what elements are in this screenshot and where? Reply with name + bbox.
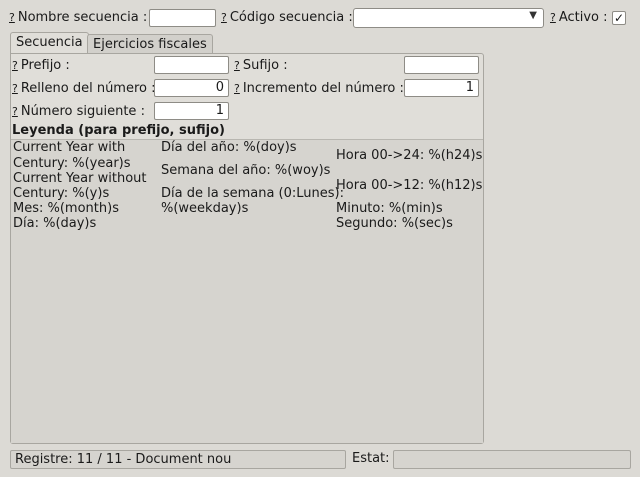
tab-ejercicios-fiscales[interactable]: Ejercicios fiscales <box>87 34 213 54</box>
help-icon[interactable]: ? <box>234 82 240 95</box>
legend-text: Día: %(day)s <box>13 216 97 231</box>
nombre-label: ? Nombre secuencia : <box>9 10 148 25</box>
help-icon[interactable]: ? <box>12 82 18 95</box>
relleno-input[interactable]: 0 <box>154 79 229 97</box>
siguiente-label: ? Número siguiente : <box>12 104 145 119</box>
help-icon[interactable]: ? <box>221 11 227 24</box>
legend-text: Mes: %(month)s <box>13 201 119 216</box>
codigo-secuencia-select[interactable]: ▼ <box>353 8 544 28</box>
legend-text: Día de la semana (0:Lunes): <box>161 186 344 201</box>
legend-text: %(weekday)s <box>161 201 249 216</box>
legend-text: Día del año: %(doy)s <box>161 140 297 155</box>
legend-text: Segundo: %(sec)s <box>336 216 453 231</box>
status-registre: Registre: 11 / 11 - Document nou <box>10 450 346 469</box>
legend-text: Century: %(year)s <box>13 156 131 171</box>
legend-text: Hora 00->12: %(h12)s <box>336 178 483 193</box>
legend-text: Minuto: %(min)s <box>336 201 443 216</box>
sufijo-input[interactable] <box>404 56 479 74</box>
incremento-label: ? Incremento del número : <box>234 81 404 96</box>
siguiente-input[interactable]: 1 <box>154 102 229 120</box>
incremento-input[interactable]: 1 <box>404 79 479 97</box>
help-icon[interactable]: ? <box>12 105 18 118</box>
prefijo-label: ? Prefijo : <box>12 58 70 73</box>
help-icon[interactable]: ? <box>9 11 15 24</box>
legend-text: Current Year without <box>13 171 147 186</box>
activo-label: ? Activo : <box>550 10 608 25</box>
help-icon[interactable]: ? <box>550 11 556 24</box>
estat-field <box>393 450 631 469</box>
legend-text: Semana del año: %(woy)s <box>161 163 331 178</box>
legend-text: Hora 00->24: %(h24)s <box>336 148 483 163</box>
tab-secuencia[interactable]: Secuencia <box>10 32 89 54</box>
legend-text: Century: %(y)s <box>13 186 110 201</box>
activo-checkbox[interactable]: ✓ <box>612 11 626 25</box>
prefijo-input[interactable] <box>154 56 229 74</box>
codigo-label: ? Código secuencia : <box>221 10 353 25</box>
help-icon[interactable]: ? <box>12 59 18 72</box>
legend-text: Current Year with <box>13 140 126 155</box>
help-icon[interactable]: ? <box>234 59 240 72</box>
chevron-down-icon: ▼ <box>529 10 537 21</box>
sufijo-label: ? Sufijo : <box>234 58 288 73</box>
estat-label: Estat: <box>352 451 390 466</box>
legend-title: Leyenda (para prefijo, sufijo) <box>12 123 225 138</box>
relleno-label: ? Relleno del número : <box>12 81 156 96</box>
nombre-secuencia-input[interactable] <box>149 9 216 27</box>
